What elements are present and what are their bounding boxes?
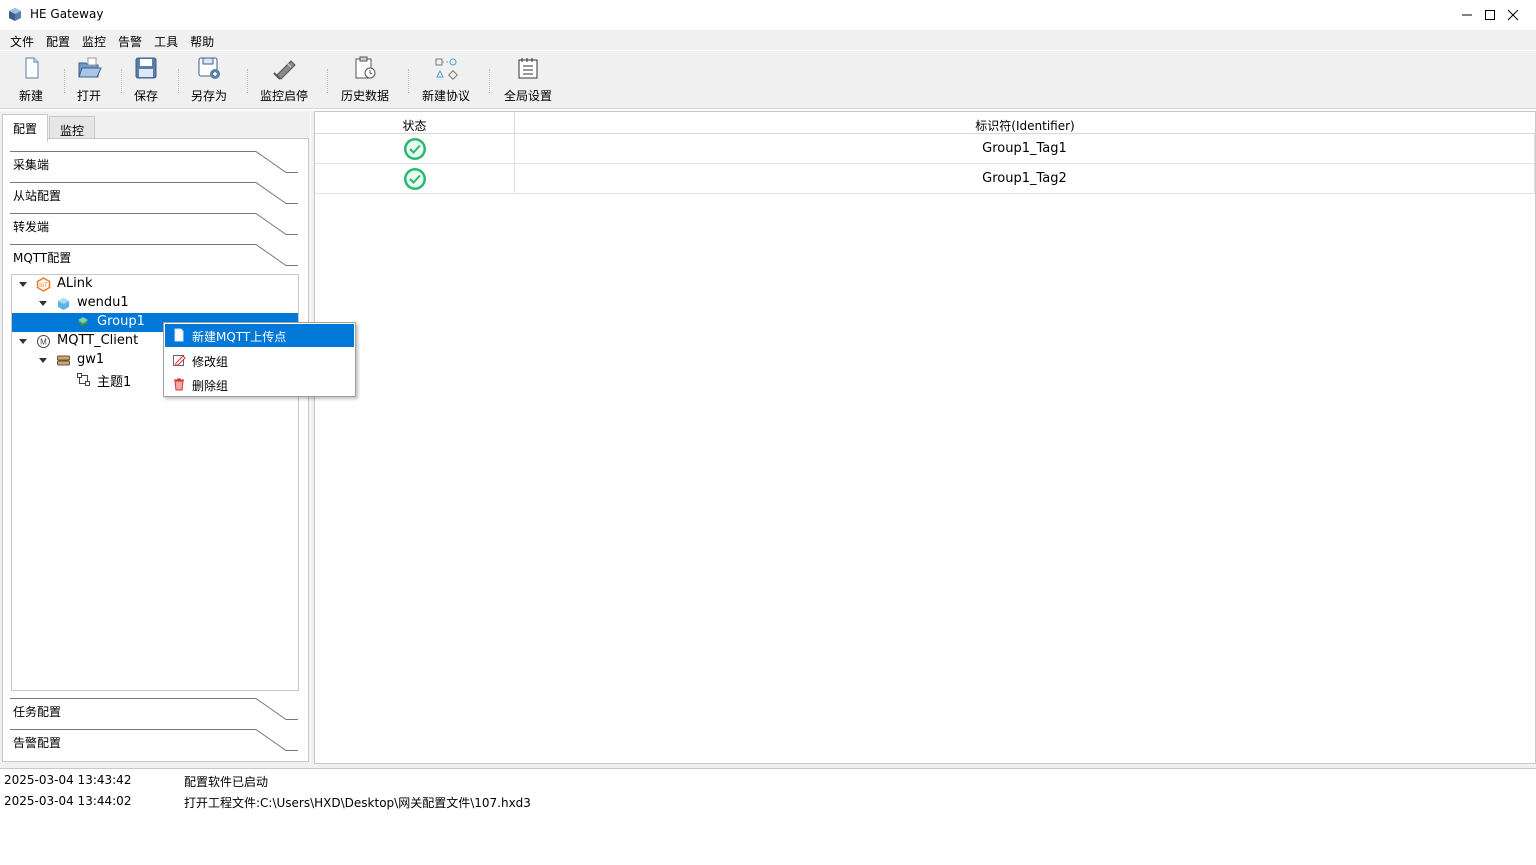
new-protocol-icon: [435, 58, 458, 80]
tab-bar: 配置 监控: [0, 114, 310, 142]
new-protocol-button[interactable]: 新建协议: [422, 55, 470, 107]
column-header-identifier[interactable]: 标识符(Identifier): [515, 112, 1535, 134]
menu-file[interactable]: 文件: [4, 30, 40, 50]
close-icon: [1507, 9, 1519, 21]
check-ok-icon: [403, 137, 426, 160]
menu-item-delete-group[interactable]: 删除组: [165, 373, 354, 396]
svg-text:IoT: IoT: [39, 283, 48, 289]
toolbar-separator: [408, 69, 410, 93]
toolbar-separator: [121, 69, 123, 93]
status-cell: [315, 134, 515, 163]
section-collector[interactable]: 采集端: [10, 151, 298, 182]
section-task-config[interactable]: 任务配置: [10, 698, 298, 729]
save-as-icon: [198, 57, 220, 79]
new-document-icon: [174, 328, 184, 342]
column-header-status[interactable]: 状态: [315, 112, 515, 134]
identifier-cell: Group1_Tag2: [515, 164, 1535, 193]
menu-bar: 文件 配置 监控 告警 工具 帮助: [0, 30, 1536, 50]
save-icon: [135, 57, 157, 79]
new-button[interactable]: 新建: [18, 55, 44, 107]
menu-help[interactable]: 帮助: [184, 30, 220, 50]
log-time: 2025-03-04 13:43:42: [4, 773, 132, 787]
menu-tools[interactable]: 工具: [148, 30, 184, 50]
menu-config[interactable]: 配置: [40, 30, 76, 50]
menu-alarm[interactable]: 告警: [112, 30, 148, 50]
title-bar: HE Gateway: [0, 0, 1536, 30]
window-title: HE Gateway: [30, 7, 104, 21]
section-tab-shape: [10, 151, 298, 173]
log-message: 配置软件已启动: [184, 775, 269, 789]
table-row[interactable]: Group1_Tag2: [315, 164, 1535, 194]
section-tab-shape: [10, 213, 298, 235]
toolbar-separator: [178, 69, 180, 93]
open-folder-icon: [78, 57, 102, 78]
tag-table: 状态 标识符(Identifier) Group1_Tag1 Group1_Ta…: [314, 111, 1536, 764]
left-panel: 配置 监控 采集端 从站配置 转发端 MQTT配置 IoT ALink wend…: [0, 111, 310, 764]
context-menu: 新建MQTT上传点 修改组 删除组: [163, 322, 356, 397]
section-mqtt-config[interactable]: MQTT配置: [10, 244, 298, 275]
svg-text:M: M: [40, 338, 47, 347]
new-file-icon: [25, 57, 39, 79]
save-button[interactable]: 保存: [133, 55, 159, 107]
alink-icon: IoT: [36, 277, 51, 292]
log-panel: 2025-03-04 13:43:42 配置软件已启动 2025-03-04 1…: [0, 768, 1536, 865]
trash-icon: [174, 378, 184, 391]
global-settings-button[interactable]: 全局设置: [504, 55, 552, 107]
section-forwarder[interactable]: 转发端: [10, 213, 298, 244]
expand-arrow-icon[interactable]: [38, 298, 48, 308]
topic-icon: [77, 373, 90, 386]
monitor-toggle-button[interactable]: 监控启停: [260, 55, 308, 107]
global-settings-icon: [518, 58, 538, 79]
device-cube-icon: [58, 298, 69, 310]
log-time: 2025-03-04 13:44:02: [4, 794, 132, 808]
menu-item-edit-group[interactable]: 修改组: [165, 349, 354, 372]
expand-arrow-icon[interactable]: [38, 355, 48, 365]
check-ok-icon: [403, 167, 426, 190]
save-as-button[interactable]: 另存为: [191, 55, 227, 107]
group-icon: [78, 317, 88, 327]
history-data-button[interactable]: 历史数据: [341, 55, 389, 107]
gateway-icon: [57, 355, 70, 366]
history-data-icon: [355, 56, 376, 79]
status-cell: [315, 164, 515, 193]
close-button[interactable]: [1490, 0, 1536, 30]
toolbar-separator: [489, 69, 491, 93]
section-alarm-config[interactable]: 告警配置: [10, 729, 298, 760]
expand-arrow-icon[interactable]: [18, 279, 28, 289]
toolbar-separator: [327, 69, 329, 93]
identifier-cell: Group1_Tag1: [515, 134, 1535, 163]
toolbar: 新建 打开 保存 另存为 监控启停 历史数据 新建协议 全局设置: [0, 51, 1536, 109]
menu-monitor[interactable]: 监控: [76, 30, 112, 50]
app-icon: [9, 8, 21, 21]
table-row[interactable]: Group1_Tag1: [315, 134, 1535, 164]
mqtt-icon: M: [37, 335, 50, 348]
expand-arrow-icon[interactable]: [18, 336, 28, 346]
menu-item-new-mqtt-upload-point[interactable]: 新建MQTT上传点: [165, 324, 354, 347]
tree-node-alink[interactable]: IoT ALink: [12, 275, 298, 294]
open-button[interactable]: 打开: [76, 55, 102, 107]
tab-monitor[interactable]: 监控: [49, 116, 96, 140]
tree-node-wendu1[interactable]: wendu1: [12, 294, 298, 313]
section-slave-config[interactable]: 从站配置: [10, 182, 298, 213]
monitor-toggle-icon: [273, 60, 296, 80]
tab-config[interactable]: 配置: [2, 114, 49, 142]
toolbar-separator: [64, 69, 66, 93]
edit-pencil-icon: [173, 355, 186, 367]
toolbar-separator: [247, 69, 249, 93]
log-message: 打开工程文件:C:\Users\HXD\Desktop\网关配置文件\107.h…: [184, 796, 531, 810]
